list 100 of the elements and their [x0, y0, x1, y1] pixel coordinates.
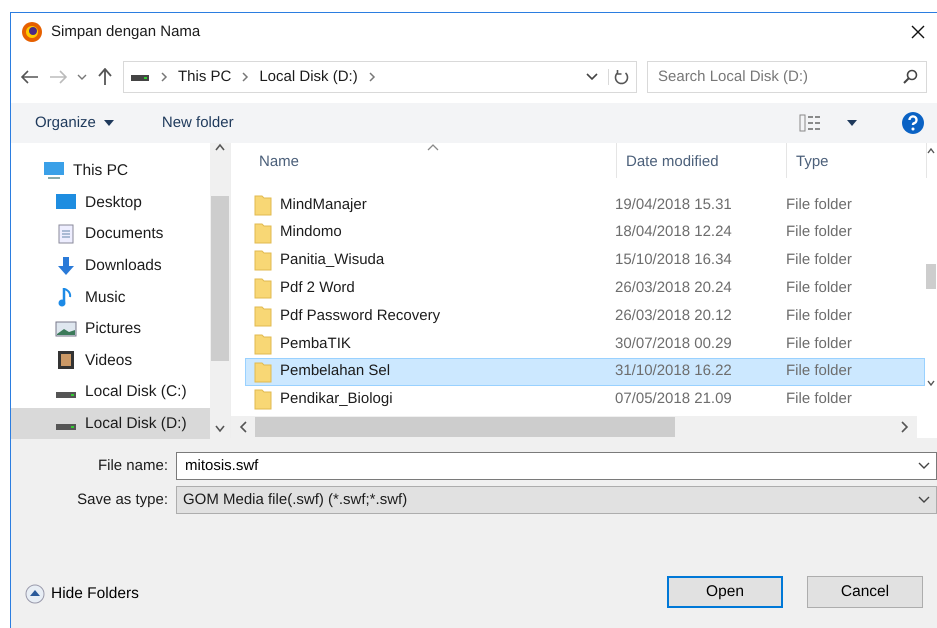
chevron-icon	[241, 71, 250, 83]
sidebar-item[interactable]: Videos	[11, 344, 210, 376]
up-icon[interactable]	[97, 68, 113, 86]
date-cell-text: 15/10/2018 16.34	[614, 250, 733, 270]
file-row[interactable]: Pdf Password Recovery 26/03/2018 20.12 File folder	[245, 302, 925, 330]
folder-icon	[254, 277, 272, 300]
date-cell-text: 26/03/2018 20.24	[614, 278, 733, 298]
file-name: Pendikar_Biologi	[280, 389, 393, 410]
scroll-up-icon	[215, 143, 225, 151]
scroll-up-icon	[927, 148, 935, 154]
field-label: File name:	[96, 456, 169, 476]
type-cell-text: File folder	[785, 306, 853, 326]
monitor-icon	[43, 160, 65, 181]
search-icon	[902, 69, 918, 85]
close-icon[interactable]	[911, 25, 925, 39]
search-field[interactable]: Search Local Disk (D:)	[656, 64, 902, 90]
dropdown-icon	[918, 496, 930, 504]
drive-icon	[56, 424, 76, 430]
file-row[interactable]: Pdf 2 Word 26/03/2018 20.24 File folder	[245, 274, 925, 302]
folder-icon	[254, 222, 272, 244]
field-label: Save as type:	[76, 490, 169, 510]
type-cell-text: File folder	[785, 389, 853, 410]
scroll-left-icon	[239, 421, 247, 433]
scroll-thumb[interactable]	[926, 264, 936, 289]
folder-icon	[254, 194, 272, 216]
sidebar-item[interactable]: Local Disk (C:)	[11, 376, 210, 408]
drive-icon	[56, 392, 76, 398]
toolbar-button[interactable]: Organize	[23, 110, 126, 136]
date-cell-text: 19/04/2018 15.31	[614, 194, 733, 215]
type-cell-text: File folder	[785, 194, 853, 215]
file-name: Pdf Password Recovery	[280, 306, 440, 326]
hide-folders-button[interactable]: Hide Folders	[25, 576, 139, 612]
sidebar-item[interactable]: Music	[11, 281, 210, 313]
type-cell-text: File folder	[785, 278, 853, 298]
scroll-down-icon	[215, 425, 225, 433]
dropdown-icon	[918, 462, 930, 470]
file-row[interactable]: Panitia_Wisuda 15/10/2018 16.34 File folder	[245, 246, 925, 274]
caret-icon	[104, 120, 114, 126]
chevron-icon	[160, 71, 168, 83]
column-header[interactable]: Name	[231, 143, 617, 178]
sidebar-item[interactable]: Pictures	[11, 312, 210, 345]
file-name: Pembelahan Sel	[280, 361, 390, 382]
breadcrumb-item[interactable]: Local Disk (D:)	[259, 66, 358, 88]
date-cell-text: 07/05/2018 21.09	[614, 389, 733, 410]
type-cell-text: File folder	[785, 361, 853, 382]
address-bar[interactable]: This PC Local Disk (D:)	[123, 61, 637, 93]
picture-icon	[55, 318, 77, 339]
help-icon[interactable]	[901, 111, 925, 135]
scroll-thumb[interactable]	[255, 417, 675, 437]
column-header[interactable]: Type	[787, 143, 927, 178]
column-header[interactable]: Date modified	[617, 143, 787, 178]
file-row[interactable]: MindManajer 19/04/2018 15.31 File folder	[245, 191, 925, 219]
file-name: Panitia_Wisuda	[280, 250, 384, 270]
type-cell-text: File folder	[785, 222, 853, 242]
drive-icon	[130, 72, 150, 82]
date-cell-text: 18/04/2018 12.24	[614, 222, 733, 242]
sidebar-item[interactable]: Local Disk (D:)	[11, 408, 210, 440]
file-name: Mindomo	[280, 222, 342, 242]
file-type-dropdown[interactable]: GOM Media file(.swf) (*.swf;*.swf)	[176, 486, 937, 514]
refresh-icon[interactable]	[608, 69, 630, 85]
chevron-icon	[368, 71, 376, 83]
collapse-icon	[25, 584, 45, 604]
app-icon	[21, 21, 43, 43]
file-row[interactable]: PembaTIK 30/07/2018 00.29 File folder	[245, 330, 925, 358]
scroll-right-icon	[901, 421, 909, 433]
file-name: PembaTIK	[280, 334, 351, 354]
type-cell-text: File folder	[785, 334, 853, 354]
file-row[interactable]: Pendikar_Biologi 07/05/2018 21.09 File folder	[245, 386, 925, 414]
date-cell-text: 30/07/2018 00.29	[614, 334, 733, 354]
file-name: Pdf 2 Word	[280, 278, 355, 298]
window-title: Simpan dengan Nama	[51, 22, 200, 42]
scrollbar[interactable]	[210, 143, 230, 438]
folder-icon	[254, 305, 272, 328]
view-icon[interactable]	[799, 114, 823, 132]
file-row[interactable]: Pembelahan Sel 31/10/2018 16.22 File folder	[245, 358, 925, 386]
sidebar-item[interactable]: This PC	[11, 155, 210, 187]
file-row[interactable]: Mindomo 18/04/2018 12.24 File folder	[245, 218, 925, 247]
sidebar-item[interactable]: Downloads	[11, 250, 210, 282]
caret-icon[interactable]	[847, 120, 857, 126]
type-cell-text: File folder	[785, 250, 853, 270]
folder-icon	[254, 332, 272, 355]
dropdown-icon[interactable]	[77, 73, 87, 81]
folder-icon	[254, 388, 272, 410]
scroll-thumb[interactable]	[211, 196, 229, 361]
scrollbar[interactable]	[231, 416, 917, 438]
scroll-down-icon	[927, 380, 935, 386]
back-icon[interactable]	[21, 70, 39, 84]
sidebar-item[interactable]: Desktop	[11, 186, 210, 218]
folder-icon	[254, 360, 272, 383]
breadcrumb-item[interactable]: This PC	[178, 66, 232, 88]
date-cell-text: 26/03/2018 20.12	[614, 306, 733, 326]
sidebar-item[interactable]: Documents	[11, 218, 210, 250]
dropdown-icon[interactable]	[586, 73, 598, 81]
folder-icon	[254, 249, 272, 272]
dialog-button[interactable]: Cancel	[807, 576, 923, 608]
dialog-button[interactable]: Open	[667, 576, 783, 608]
toolbar-button[interactable]: New folder	[150, 110, 246, 136]
download-arrow-icon	[55, 256, 77, 276]
search-box[interactable]: Search Local Disk (D:)	[647, 61, 927, 93]
file-name: MindManajer	[280, 194, 367, 215]
